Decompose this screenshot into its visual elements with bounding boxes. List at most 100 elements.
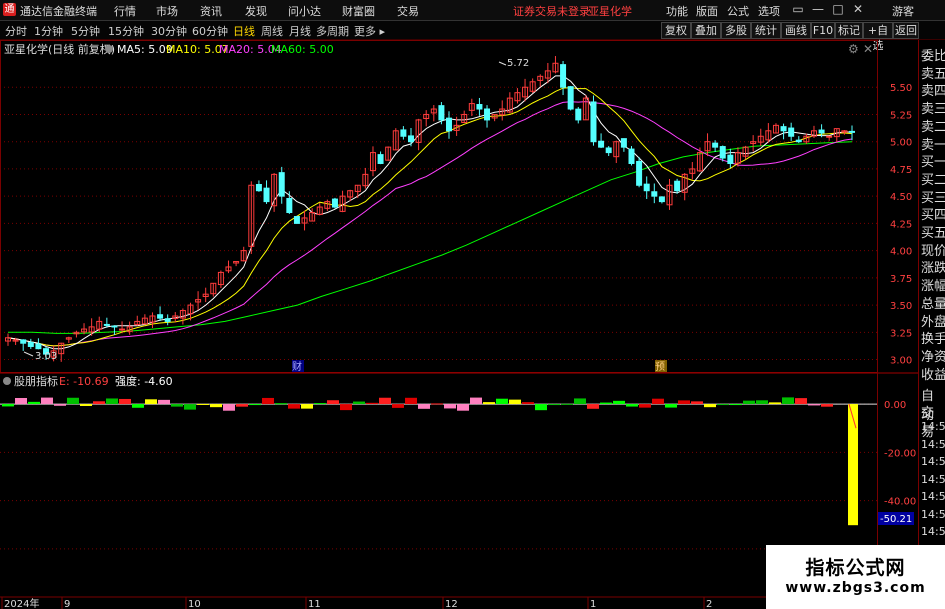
candle-body bbox=[407, 135, 414, 143]
side-field-label: 卖五 bbox=[921, 66, 945, 82]
panel-controls: ⚙ ✕ bbox=[848, 42, 873, 56]
trade-time: 14:56 bbox=[921, 525, 945, 538]
indicator-bar bbox=[275, 403, 287, 405]
menu-market-quotes[interactable]: 行情 bbox=[114, 3, 136, 19]
current-stock-name: 亚星化学 bbox=[588, 5, 632, 18]
menu-ask-xiaoda[interactable]: 问小达 bbox=[288, 3, 321, 19]
indicator-bar bbox=[41, 397, 53, 405]
period-tab[interactable]: 5分钟 bbox=[71, 23, 100, 39]
period-tab[interactable]: 月线 bbox=[289, 23, 311, 39]
period-tab-daily[interactable]: 日线 bbox=[233, 23, 255, 39]
period-tab[interactable]: 多周期 bbox=[316, 23, 349, 39]
menu-function[interactable]: 功能 bbox=[666, 3, 688, 19]
kline-chart[interactable]: 亚星化学(日线 前复权) MA5: 5.09 MA10: 5.07 MA20: … bbox=[0, 40, 918, 609]
ma20-polyline bbox=[7, 101, 853, 347]
side-field-label: 涨跌 bbox=[921, 261, 945, 277]
indicator-bar bbox=[691, 401, 703, 405]
menu-formula[interactable]: 公式 bbox=[727, 3, 749, 19]
price-tick: 3.00 bbox=[890, 356, 912, 367]
menu-wealth-circle[interactable]: 财富圈 bbox=[342, 3, 375, 19]
menu-trade[interactable]: 交易 bbox=[397, 3, 419, 19]
minimize-icon[interactable]: — bbox=[810, 2, 826, 17]
period-tab[interactable]: 周线 bbox=[261, 23, 283, 39]
period-tab[interactable]: 30分钟 bbox=[151, 23, 187, 39]
period-tab[interactable]: 15分钟 bbox=[108, 23, 144, 39]
adjust-price-button[interactable]: 复权 bbox=[661, 22, 691, 39]
candle-body bbox=[331, 198, 338, 208]
date-label: 9 bbox=[64, 599, 70, 609]
f10-button[interactable]: F10 bbox=[811, 22, 835, 39]
mark-button[interactable]: 标记 bbox=[835, 22, 863, 39]
close-icon[interactable]: ✕ bbox=[850, 2, 866, 17]
period-tab-more[interactable]: 更多 ▸ bbox=[354, 23, 385, 39]
ma20-line bbox=[7, 101, 853, 347]
ma-settings-icon[interactable] bbox=[105, 45, 113, 53]
indicator-bar bbox=[184, 404, 196, 410]
menu-market[interactable]: 市场 bbox=[156, 3, 178, 19]
indicator-settings-icon[interactable] bbox=[3, 377, 11, 385]
candle-body bbox=[598, 140, 605, 148]
indicator-bar bbox=[2, 404, 14, 407]
indicator-bar bbox=[782, 397, 794, 405]
side-field-label: 卖三 bbox=[921, 102, 945, 118]
indicator-bar bbox=[535, 404, 547, 411]
maximize-icon[interactable]: □ bbox=[830, 2, 846, 17]
indicator-bar bbox=[548, 404, 560, 406]
candle-body bbox=[575, 108, 582, 121]
candle-body bbox=[27, 341, 34, 347]
candle-body bbox=[255, 184, 262, 192]
price-tick: 4.00 bbox=[890, 247, 912, 258]
candle-body bbox=[605, 147, 612, 154]
price-tick: 5.50 bbox=[890, 83, 912, 94]
back-button[interactable]: 返回 bbox=[893, 22, 919, 39]
menu-discover[interactable]: 发现 bbox=[245, 3, 267, 19]
candle-body bbox=[727, 154, 734, 164]
trade-time: 14:55 bbox=[921, 420, 945, 433]
indicator-bar bbox=[197, 403, 209, 405]
date-label: 12 bbox=[445, 599, 458, 609]
login-warning[interactable]: 证券交易未登录 bbox=[513, 3, 590, 19]
indicator-bar bbox=[756, 400, 768, 405]
indicator-bar bbox=[223, 404, 235, 411]
finance-badge-label: 财 bbox=[292, 360, 302, 373]
menu-news[interactable]: 资讯 bbox=[200, 3, 222, 19]
side-field-label: 买一 bbox=[921, 155, 945, 171]
watermark-title: 指标公式网 bbox=[805, 557, 906, 579]
restore-layout-icon[interactable]: ▭ bbox=[790, 2, 806, 17]
indicator-bar bbox=[730, 404, 742, 406]
side-field-label: 卖四 bbox=[921, 84, 945, 100]
menu-options[interactable]: 选项 bbox=[758, 3, 780, 19]
indicator-bar bbox=[54, 404, 66, 406]
indicator-bar bbox=[821, 404, 833, 407]
side-field-label: 买四 bbox=[921, 208, 945, 224]
menu-bar: 通 通达信金融终端 行情 市场 资讯 发现 问小达 财富圈 交易 证券交易未登录… bbox=[0, 0, 945, 21]
period-tab[interactable]: 60分钟 bbox=[192, 23, 228, 39]
current-value-tag: -50.21 bbox=[878, 512, 914, 525]
indicator-bar bbox=[457, 404, 469, 411]
multi-stock-button[interactable]: 多股 bbox=[721, 22, 751, 39]
price-tick: 3.25 bbox=[890, 328, 912, 339]
indicator-bar bbox=[639, 404, 651, 408]
indicator-gridlines bbox=[0, 403, 877, 550]
candle-body bbox=[400, 129, 407, 137]
menu-layout[interactable]: 版面 bbox=[696, 3, 718, 19]
side-field-label: 涨幅 bbox=[921, 279, 945, 295]
candle-body bbox=[438, 105, 445, 121]
candle-body bbox=[719, 146, 726, 159]
draw-line-button[interactable]: 画线 bbox=[781, 22, 811, 39]
date-axis: 2024年 9 10 11 12 1 2 bbox=[1, 597, 712, 609]
statistics-button[interactable]: 统计 bbox=[751, 22, 781, 39]
indicator-name[interactable]: 股朋指标 bbox=[14, 374, 58, 388]
overlay-button[interactable]: 叠加 bbox=[691, 22, 721, 39]
ma5-polyline bbox=[7, 75, 853, 350]
period-toolbar: 分时 1分钟 5分钟 15分钟 30分钟 60分钟 日线 周线 月线 多周期 更… bbox=[0, 21, 945, 52]
app-logo-icon: 通 bbox=[3, 3, 16, 16]
candle-body bbox=[157, 314, 164, 319]
settings-gear-icon[interactable]: ⚙ bbox=[848, 42, 859, 56]
guest-label[interactable]: 游客 bbox=[892, 3, 914, 19]
panel-close-icon[interactable]: ✕ bbox=[863, 42, 873, 56]
period-tab[interactable]: 1分钟 bbox=[34, 23, 63, 39]
add-watchlist-button[interactable]: +自选 bbox=[863, 22, 893, 52]
indicator-bar bbox=[808, 404, 820, 406]
period-tab[interactable]: 分时 bbox=[5, 23, 27, 39]
